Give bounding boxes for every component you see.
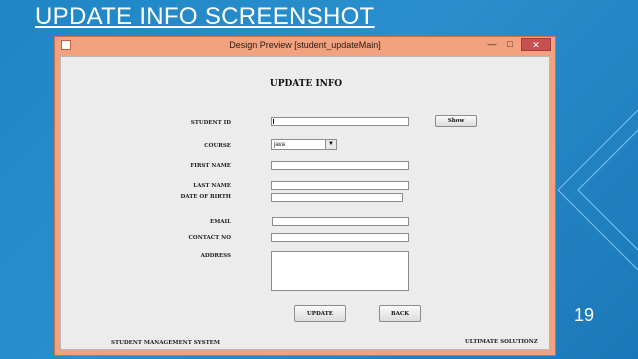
maximize-icon[interactable]: □ [503,38,517,51]
course-select[interactable]: java ▼ [271,139,337,150]
address-textarea[interactable] [271,251,409,291]
student-id-input[interactable] [271,117,409,126]
footer-company: ULTIMATE SOLUTIONZ [465,339,538,345]
chevron-down-icon[interactable]: ▼ [325,140,336,149]
design-preview-window: Design Preview [student_updateMain] — □ … [54,36,556,356]
email-input[interactable] [272,217,409,226]
window-title: Design Preview [student_updateMain] [229,40,381,50]
back-button[interactable]: BACK [379,305,421,322]
update-button[interactable]: UPDATE [294,305,346,322]
slide-number: 19 [574,305,595,325]
student-id-label: STUDENT ID [190,120,231,126]
last-name-input[interactable] [271,181,409,190]
first-name-input[interactable] [271,161,409,170]
form-panel: UPDATE INFO STUDENT ID Show COURSE java … [60,56,550,350]
form-heading: UPDATE INFO [269,79,343,89]
slide-title: UPDATE INFO SCREENSHOT [35,3,375,30]
email-label: EMAIL [210,219,231,225]
dob-input[interactable] [271,193,403,202]
dob-label: DATE OF BIRTH [180,194,231,200]
text-cursor [273,119,274,124]
last-name-label: LAST NAME [193,183,231,189]
close-icon[interactable]: ✕ [521,38,551,51]
course-label: COURSE [204,143,231,149]
course-selected-value: java [274,141,286,148]
contact-input[interactable] [271,233,409,242]
contact-label: CONTACT NO [188,235,231,241]
minimize-icon[interactable]: — [485,38,499,51]
address-label: ADDRESS [200,253,231,259]
show-button[interactable]: Show [435,115,477,127]
footer-app-name: STUDENT MANAGEMENT SYSTEM [111,340,220,346]
window-titlebar[interactable]: Design Preview [student_updateMain] — □ … [55,37,555,54]
first-name-label: FIRST NAME [190,163,231,169]
